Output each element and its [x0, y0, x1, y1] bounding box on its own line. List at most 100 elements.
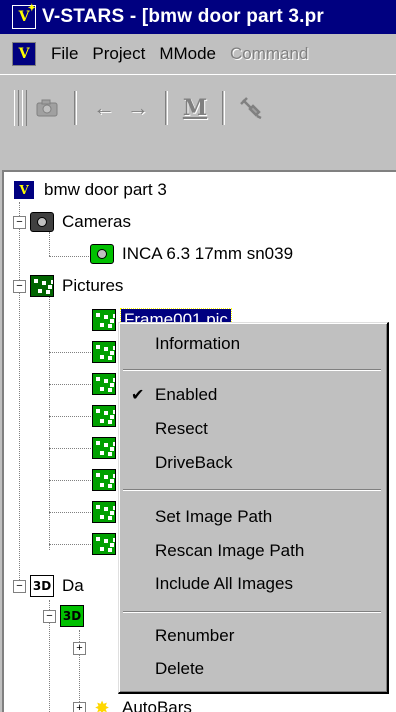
- toolbar: ← → M: [14, 87, 396, 129]
- tree-line: [49, 448, 91, 449]
- picture-icon: [92, 309, 116, 331]
- expander-data[interactable]: −: [13, 580, 26, 593]
- picture-thumb-icon: [92, 501, 116, 523]
- autobars-star-icon: ✸: [90, 697, 114, 712]
- picture-icon: [92, 469, 116, 491]
- menu-item-label: Include All Images: [155, 574, 293, 593]
- menu-bar: V File Project MMode Command: [0, 34, 396, 74]
- tree-item-pictures[interactable]: Pictures: [30, 272, 126, 300]
- star-icon: ✸: [94, 697, 110, 712]
- picture-thumb-icon: [92, 533, 116, 555]
- picture-icon: [92, 437, 116, 459]
- menu-separator: [123, 489, 381, 491]
- tree-item-picture[interactable]: [92, 530, 121, 558]
- menu-command[interactable]: Command: [223, 44, 315, 64]
- picture-thumb-icon: [92, 437, 116, 459]
- tree-line: [49, 416, 91, 417]
- pictures-folder-icon: [30, 275, 54, 297]
- tree-item-picture[interactable]: [92, 338, 121, 366]
- tree-item-picture[interactable]: [92, 466, 121, 494]
- menu-item-label: Set Image Path: [155, 507, 273, 526]
- tree-item-label: Cameras: [62, 212, 131, 231]
- menu-mmode[interactable]: MMode: [152, 44, 223, 64]
- m-icon[interactable]: M: [178, 91, 212, 125]
- tree-item-picture[interactable]: [92, 498, 121, 526]
- tree-root-label: bmw door part 3: [44, 180, 167, 199]
- 3d-icon: 3D: [30, 575, 54, 597]
- expander-pictures[interactable]: −: [13, 280, 26, 293]
- expander-data-child[interactable]: −: [43, 610, 56, 623]
- picture-thumb-icon: [92, 373, 116, 395]
- project-icon-letter: V: [19, 183, 29, 197]
- arrow-left-icon[interactable]: ←: [87, 91, 121, 125]
- window-title: V-STARS - [bmw door part 3.pr: [42, 6, 325, 27]
- app-window: V ✦ V-STARS - [bmw door part 3.pr V File…: [0, 0, 396, 712]
- tree-item-camera[interactable]: INCA 6.3 17mm sn039: [90, 240, 296, 268]
- checkmark-icon: ✔: [131, 387, 145, 404]
- tree-line: [19, 202, 20, 582]
- satellite-icon[interactable]: [235, 91, 269, 125]
- menu-item-driveback[interactable]: DriveBack: [119, 447, 383, 479]
- menu-item-label: Renumber: [155, 626, 235, 645]
- toolbar-grip-2: [22, 90, 27, 126]
- menu-project[interactable]: Project: [85, 44, 152, 64]
- document-system-menu-icon[interactable]: V: [12, 42, 36, 66]
- picture-icon: [92, 533, 116, 555]
- picture-folder-icon: [30, 275, 54, 297]
- camera-folder-icon: [30, 212, 54, 232]
- tree-item-label: INCA 6.3 17mm sn039: [122, 244, 294, 263]
- tree-line: [49, 256, 91, 257]
- picture-icon: [92, 405, 116, 427]
- menu-item-label: Rescan Image Path: [155, 541, 305, 560]
- tree-item-cameras[interactable]: Cameras: [30, 208, 134, 236]
- project-v-icon: V: [13, 180, 35, 200]
- menu-item-label: DriveBack: [155, 453, 233, 472]
- toolbar-separator: [222, 91, 225, 125]
- tree-item-label: AutoBars: [122, 698, 192, 712]
- tree-item-picture[interactable]: [92, 434, 121, 462]
- menu-separator: [123, 611, 381, 613]
- arrow-right-icon[interactable]: →: [121, 91, 155, 125]
- menu-item-rescan-image-path[interactable]: Rescan Image Path: [119, 535, 383, 567]
- vstars-app-icon[interactable]: V ✦: [12, 3, 36, 29]
- menu-icon-letter: V: [18, 46, 30, 62]
- menu-item-enabled[interactable]: ✔ Enabled: [119, 379, 383, 411]
- 3d-icon-green: 3D: [60, 605, 84, 627]
- menu-item-set-image-path[interactable]: Set Image Path: [119, 501, 383, 533]
- expander-sub[interactable]: +: [73, 642, 86, 655]
- menu-file[interactable]: File: [44, 44, 85, 64]
- tree-line: [49, 480, 91, 481]
- tree-item-autobars[interactable]: ✸ AutoBars: [90, 694, 195, 712]
- picture-thumb-icon: [92, 309, 116, 331]
- tree-item-picture[interactable]: [92, 370, 121, 398]
- tree-item-data[interactable]: 3D Da: [30, 572, 87, 600]
- title-bar[interactable]: V ✦ V-STARS - [bmw door part 3.pr: [0, 0, 396, 34]
- picture-icon: [92, 341, 116, 363]
- menu-item-include-all-images[interactable]: Include All Images: [119, 568, 383, 600]
- tree-line: [49, 290, 50, 550]
- menu-item-label: Resect: [155, 419, 208, 438]
- menu-item-information[interactable]: Information: [119, 328, 383, 360]
- tree-item-label: Da: [62, 576, 84, 595]
- tree-item-picture[interactable]: [92, 402, 121, 430]
- toolbar-area: ← → M: [0, 74, 396, 171]
- menu-item-resect[interactable]: Resect: [119, 413, 383, 445]
- toolbar-grip[interactable]: [14, 90, 19, 126]
- menu-item-renumber[interactable]: Renumber: [119, 620, 383, 652]
- tree-line: [49, 512, 91, 513]
- cameras-folder-icon: [30, 211, 54, 233]
- tree-root[interactable]: V bmw door part 3: [12, 176, 170, 204]
- expander-autobars[interactable]: +: [73, 702, 86, 712]
- camera-icon[interactable]: [30, 91, 64, 125]
- 3d-green-icon: 3D: [60, 605, 84, 627]
- menu-item-label: Information: [155, 334, 241, 353]
- picture-icon: [92, 373, 116, 395]
- expander-cameras[interactable]: −: [13, 216, 26, 229]
- tree-item-data-child[interactable]: 3D: [60, 602, 89, 630]
- picture-thumb-icon: [92, 469, 116, 491]
- menu-item-delete[interactable]: Delete: [119, 653, 383, 685]
- toolbar-separator: [165, 91, 168, 125]
- tree-line: [49, 544, 91, 545]
- picture-icon: [92, 501, 116, 523]
- menu-item-label: Delete: [155, 659, 205, 678]
